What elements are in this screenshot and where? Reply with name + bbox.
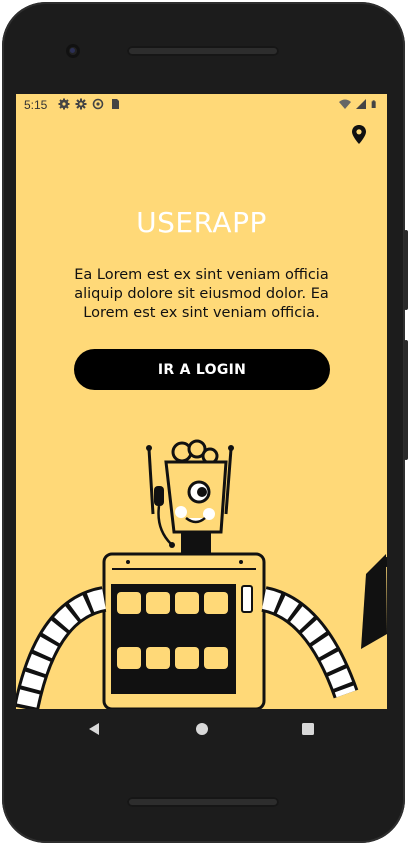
front-camera bbox=[66, 44, 80, 58]
app-screen: 5:15 USERAPP Ea Lorem est ex sint veniam… bbox=[16, 94, 387, 709]
go-to-login-button[interactable]: IR A LOGIN bbox=[74, 349, 330, 390]
status-notification-icons bbox=[58, 98, 121, 110]
battery-icon bbox=[371, 100, 376, 108]
status-time: 5:15 bbox=[24, 98, 48, 112]
sim-card-icon bbox=[112, 99, 119, 109]
android-navigation-bar bbox=[16, 709, 387, 749]
home-icon[interactable] bbox=[192, 719, 212, 739]
volume-button bbox=[404, 340, 408, 460]
phone-top-bezel bbox=[2, 2, 405, 98]
app-title: USERAPP bbox=[136, 206, 267, 239]
app-description: Ea Lorem est ex sint veniam officia aliq… bbox=[74, 267, 329, 321]
status-bar: 5:15 bbox=[16, 94, 387, 118]
gear-icon bbox=[58, 98, 70, 110]
power-button bbox=[404, 230, 408, 310]
recents-icon[interactable] bbox=[298, 719, 318, 739]
wifi-icon bbox=[339, 99, 351, 109]
robot-illustration bbox=[16, 439, 387, 709]
location-pin-icon[interactable] bbox=[350, 124, 368, 146]
bottom-speaker bbox=[127, 797, 279, 807]
sync-icon bbox=[92, 98, 104, 110]
signal-icon bbox=[356, 99, 366, 109]
status-system-icons bbox=[339, 98, 379, 110]
gear-icon bbox=[75, 98, 87, 110]
back-icon[interactable] bbox=[84, 719, 104, 739]
earpiece-speaker bbox=[127, 46, 279, 56]
